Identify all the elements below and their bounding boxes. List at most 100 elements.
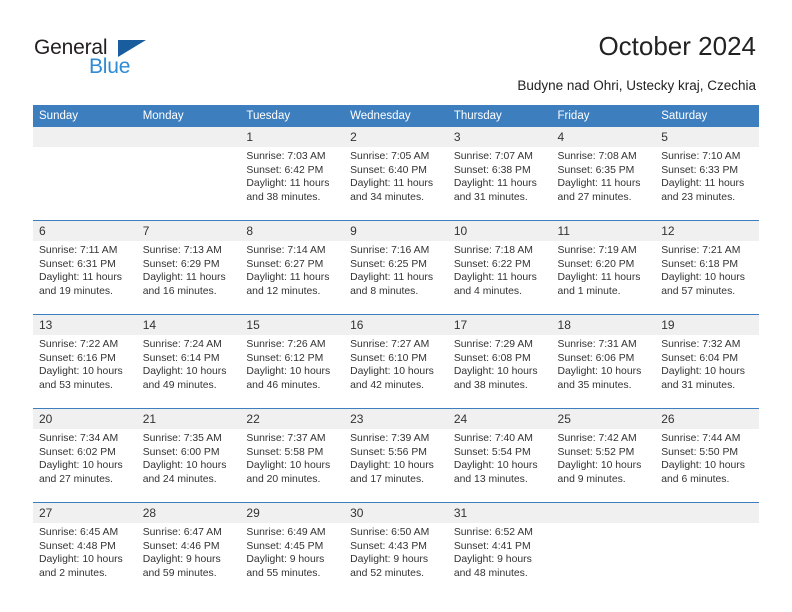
day-number[interactable]: 29 — [240, 502, 345, 523]
day-cell[interactable]: Sunrise: 7:31 AM Sunset: 6:06 PM Daylight:… — [551, 335, 656, 409]
day-number[interactable]: 11 — [551, 220, 656, 241]
day-cell[interactable]: Sunrise: 6:49 AM Sunset: 4:45 PM Daylight:… — [240, 523, 345, 596]
week-date-row: 6 7 8 9 10 11 12 — [33, 220, 759, 241]
week-detail-row: Sunrise: 7:03 AM Sunset: 6:42 PM Daylight:… — [33, 147, 759, 221]
day-cell[interactable]: Sunrise: 7:18 AM Sunset: 6:22 PM Daylight:… — [447, 241, 552, 315]
day-cell[interactable]: Sunrise: 7:19 AM Sunset: 6:20 PM Daylight:… — [551, 241, 656, 315]
day-number[interactable]: 5 — [655, 127, 759, 147]
day-number[interactable]: 10 — [447, 220, 552, 241]
daylight-duration-line2: and 34 minutes. — [350, 191, 425, 203]
daylight-duration-line1: Daylight: 10 hours — [557, 366, 642, 378]
day-cell[interactable]: Sunrise: 7:16 AM Sunset: 6:25 PM Daylight:… — [344, 241, 448, 315]
daylight-duration-line1: Daylight: 10 hours — [350, 460, 434, 472]
day-number[interactable]: 17 — [447, 314, 552, 335]
daylight-duration-line1: Daylight: 10 hours — [557, 460, 642, 472]
sunrise-time: Sunrise: 7:37 AM — [246, 433, 326, 444]
day-number[interactable]: 4 — [551, 127, 656, 147]
day-cell[interactable]: Sunrise: 7:03 AM Sunset: 6:42 PM Daylight:… — [240, 147, 345, 221]
sunrise-time: Sunrise: 7:39 AM — [350, 433, 430, 444]
day-number[interactable]: 31 — [447, 502, 552, 523]
day-cell[interactable]: Sunrise: 7:40 AM Sunset: 5:54 PM Daylight:… — [447, 429, 552, 503]
daylight-duration-line2: and 12 minutes. — [246, 285, 321, 297]
day-cell[interactable]: Sunrise: 7:44 AM Sunset: 5:50 PM Daylight:… — [655, 429, 759, 503]
sunrise-time: Sunrise: 6:47 AM — [142, 527, 222, 538]
day-cell[interactable]: Sunrise: 7:14 AM Sunset: 6:27 PM Daylight:… — [240, 241, 345, 315]
day-number[interactable]: 28 — [136, 502, 241, 523]
day-number[interactable]: 1 — [240, 127, 345, 147]
week-date-row: 27 28 29 30 31 — [33, 502, 759, 523]
daylight-duration-line2: and 59 minutes. — [142, 567, 217, 579]
day-cell[interactable]: Sunrise: 7:10 AM Sunset: 6:33 PM Daylight:… — [655, 147, 759, 221]
day-cell[interactable]: Sunrise: 7:42 AM Sunset: 5:52 PM Daylight:… — [551, 429, 656, 503]
daylight-duration-line2: and 49 minutes. — [142, 379, 217, 391]
sunrise-time: Sunrise: 7:07 AM — [453, 151, 533, 162]
day-number[interactable]: 2 — [344, 127, 448, 147]
day-cell[interactable]: Sunrise: 6:52 AM Sunset: 4:41 PM Daylight:… — [447, 523, 552, 596]
page-title: October 2024 — [598, 31, 756, 61]
day-number[interactable]: 7 — [136, 220, 241, 241]
day-cell[interactable]: Sunrise: 7:07 AM Sunset: 6:38 PM Daylight:… — [447, 147, 552, 221]
day-cell[interactable]: Sunrise: 7:26 AM Sunset: 6:12 PM Daylight:… — [240, 335, 345, 409]
day-number[interactable]: 23 — [344, 408, 448, 429]
sunset-time: Sunset: 4:43 PM — [350, 540, 427, 552]
day-cell[interactable]: Sunrise: 7:32 AM Sunset: 6:04 PM Daylight:… — [655, 335, 759, 409]
day-cell[interactable]: Sunrise: 7:27 AM Sunset: 6:10 PM Daylight:… — [344, 335, 448, 409]
day-number[interactable]: 18 — [551, 314, 656, 335]
daylight-duration-line1: Daylight: 11 hours — [350, 178, 434, 190]
day-number[interactable]: 15 — [240, 314, 345, 335]
daylight-duration-line2: and 46 minutes. — [246, 379, 321, 391]
day-cell[interactable]: Sunrise: 7:05 AM Sunset: 6:40 PM Daylight:… — [344, 147, 448, 221]
day-cell[interactable]: Sunrise: 6:47 AM Sunset: 4:46 PM Daylight:… — [136, 523, 241, 596]
sunset-time: Sunset: 6:00 PM — [142, 446, 220, 458]
sunrise-time: Sunrise: 7:22 AM — [39, 339, 119, 350]
sunrise-time: Sunrise: 6:49 AM — [246, 527, 326, 538]
day-number[interactable]: 16 — [344, 314, 448, 335]
sunrise-time: Sunrise: 7:19 AM — [557, 245, 637, 256]
sunset-time: Sunset: 4:45 PM — [246, 540, 324, 552]
sunrise-time: Sunrise: 6:52 AM — [453, 527, 533, 538]
daylight-duration-line1: Daylight: 11 hours — [557, 178, 641, 190]
day-number[interactable]: 8 — [240, 220, 345, 241]
day-cell[interactable]: Sunrise: 7:11 AM Sunset: 6:31 PM Daylight:… — [33, 241, 137, 315]
day-cell[interactable]: Sunrise: 7:39 AM Sunset: 5:56 PM Daylight:… — [344, 429, 448, 503]
day-cell[interactable]: Sunrise: 7:08 AM Sunset: 6:35 PM Daylight:… — [551, 147, 656, 221]
sunrise-time: Sunrise: 7:42 AM — [557, 433, 637, 444]
day-number[interactable]: 30 — [344, 502, 448, 523]
day-number[interactable]: 24 — [447, 408, 552, 429]
day-number[interactable]: 13 — [33, 314, 137, 335]
day-cell[interactable]: Sunrise: 7:21 AM Sunset: 6:18 PM Daylight:… — [655, 241, 759, 315]
weekday-header-wednesday: Wednesday — [344, 105, 448, 127]
day-number[interactable]: 6 — [33, 220, 137, 241]
daylight-duration-line2: and 4 minutes. — [453, 285, 522, 297]
sunrise-time: Sunrise: 7:03 AM — [246, 151, 326, 162]
day-number[interactable]: 19 — [655, 314, 759, 335]
day-cell[interactable]: Sunrise: 6:45 AM Sunset: 4:48 PM Daylight:… — [33, 523, 137, 596]
day-cell[interactable]: Sunrise: 7:34 AM Sunset: 6:02 PM Daylight:… — [33, 429, 137, 503]
day-cell[interactable]: Sunrise: 7:13 AM Sunset: 6:29 PM Daylight:… — [136, 241, 241, 315]
day-number[interactable]: 25 — [551, 408, 656, 429]
day-number[interactable]: 9 — [344, 220, 448, 241]
day-number[interactable]: 22 — [240, 408, 345, 429]
day-cell[interactable]: Sunrise: 7:37 AM Sunset: 5:58 PM Daylight:… — [240, 429, 345, 503]
sunrise-time: Sunrise: 7:26 AM — [246, 339, 326, 350]
day-cell[interactable]: Sunrise: 7:29 AM Sunset: 6:08 PM Daylight:… — [447, 335, 552, 409]
daylight-duration-line1: Daylight: 10 hours — [39, 366, 123, 378]
sunset-time: Sunset: 6:40 PM — [350, 164, 427, 176]
calendar-body: 1 2 3 4 5 Sunrise: 7:03 AM Sunset: 6:42 PM Dayl… — [33, 127, 759, 596]
weekday-header-tuesday: Tuesday — [240, 105, 345, 127]
day-cell[interactable]: Sunrise: 7:24 AM Sunset: 6:14 PM Daylight:… — [136, 335, 241, 409]
day-number[interactable]: 14 — [136, 314, 241, 335]
day-cell[interactable]: Sunrise: 7:35 AM Sunset: 6:00 PM Daylight:… — [136, 429, 241, 503]
day-number[interactable]: 3 — [447, 127, 552, 147]
sunset-time: Sunset: 6:14 PM — [142, 352, 220, 364]
day-number[interactable]: 20 — [33, 408, 137, 429]
daylight-duration-line1: Daylight: 11 hours — [39, 272, 122, 284]
day-cell[interactable]: Sunrise: 7:22 AM Sunset: 6:16 PM Daylight:… — [33, 335, 137, 409]
day-number[interactable]: 26 — [655, 408, 759, 429]
day-number[interactable]: 12 — [655, 220, 759, 241]
day-number[interactable]: 27 — [33, 502, 137, 523]
daylight-duration-line2: and 52 minutes. — [350, 567, 425, 579]
day-number[interactable]: 21 — [136, 408, 241, 429]
day-cell[interactable]: Sunrise: 6:50 AM Sunset: 4:43 PM Daylight:… — [344, 523, 448, 596]
sunrise-time: Sunrise: 7:32 AM — [661, 339, 741, 350]
